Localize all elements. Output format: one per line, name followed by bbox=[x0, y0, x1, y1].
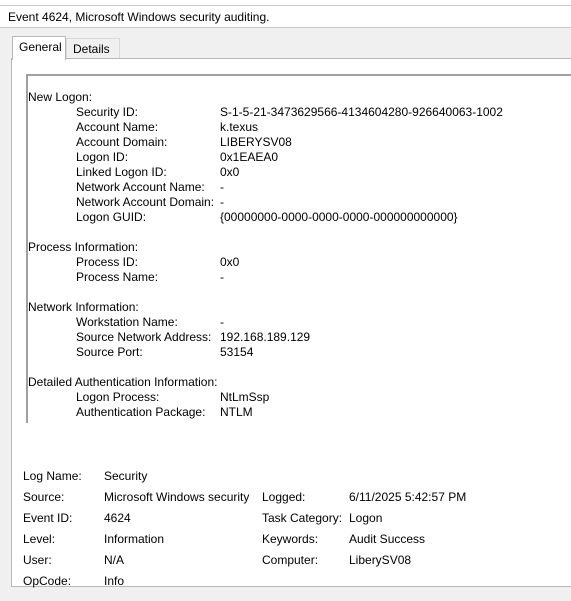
log-name-label: Log Name: bbox=[23, 469, 82, 483]
description-section-heading: New Logon: bbox=[28, 90, 93, 104]
description-field-label: Workstation Name: bbox=[76, 315, 178, 329]
log-name-value: Security bbox=[104, 469, 148, 483]
keywords-label: Keywords: bbox=[262, 532, 319, 546]
description-field-value: k.texus bbox=[220, 120, 259, 134]
description-field-label: Account Name: bbox=[76, 120, 159, 134]
description-section-heading: Process Information: bbox=[28, 240, 139, 254]
description-field-value: {00000000-0000-0000-0000-000000000000} bbox=[220, 210, 458, 224]
description-field-value: 192.168.189.129 bbox=[220, 330, 311, 344]
source-label: Source: bbox=[23, 490, 65, 504]
description-field-label: Process Name: bbox=[76, 270, 159, 284]
description-field-value: - bbox=[220, 195, 224, 209]
event-id-label: Event ID: bbox=[23, 511, 73, 525]
description-field-value: - bbox=[220, 180, 224, 194]
general-tab-page: New Logon: Security ID: S-1-5-21-347362956… bbox=[11, 58, 571, 588]
description-field-label: Logon GUID: bbox=[76, 210, 147, 224]
description-section-heading: Network Information: bbox=[28, 300, 139, 314]
logged-value: 6/11/2025 5:42:57 PM bbox=[349, 490, 467, 504]
event-id-value: 4624 bbox=[104, 511, 131, 525]
event-window-title: Event 4624, Microsoft Windows security a… bbox=[8, 10, 270, 24]
description-field-value: 0x0 bbox=[220, 255, 240, 269]
description-field-value: NTLM bbox=[220, 405, 253, 419]
description-field-value: 0x1EAEA0 bbox=[220, 150, 279, 164]
description-field-value: 53154 bbox=[220, 345, 254, 359]
task-category-label: Task Category: bbox=[262, 511, 343, 525]
description-field-label: Network Account Name: bbox=[76, 180, 205, 194]
description-field-value: - bbox=[220, 270, 224, 284]
event-window-title-bar: Event 4624, Microsoft Windows security a… bbox=[0, 5, 571, 28]
description-field-value: NtLmSsp bbox=[220, 390, 270, 404]
opcode-label: OpCode: bbox=[23, 574, 72, 588]
description-field-label: Process ID: bbox=[76, 255, 139, 269]
tab-general[interactable]: General bbox=[12, 36, 66, 60]
level-label: Level: bbox=[23, 532, 56, 546]
description-field-label: Logon ID: bbox=[76, 150, 129, 164]
user-label: User: bbox=[23, 553, 52, 567]
description-field-label: Network Account Domain: bbox=[76, 195, 215, 209]
event-properties-pane: General Details New Logon: Security ID: S-… bbox=[0, 28, 571, 601]
description-field-label: Authentication Package: bbox=[76, 405, 206, 419]
event-description-textbox[interactable]: New Logon: Security ID: S-1-5-21-347362956… bbox=[26, 74, 571, 423]
description-field-label: Security ID: bbox=[76, 105, 139, 119]
opcode-value: Info bbox=[104, 574, 125, 588]
computer-label: Computer: bbox=[262, 553, 319, 567]
source-value: Microsoft Windows security bbox=[104, 490, 250, 504]
description-field-label: Linked Logon ID: bbox=[76, 165, 167, 179]
description-section-heading: Detailed Authentication Information: bbox=[28, 375, 218, 389]
user-value: N/A bbox=[104, 553, 125, 567]
description-field-value: 0x0 bbox=[220, 165, 240, 179]
logged-label: Logged: bbox=[262, 490, 306, 504]
tab-details[interactable]: Details bbox=[66, 38, 120, 58]
description-field-value: - bbox=[220, 315, 224, 329]
description-field-label: Logon Process: bbox=[76, 390, 160, 404]
description-field-value: S-1-5-21-3473629566-4134604280-926640063… bbox=[220, 105, 503, 119]
description-field-label: Source Network Address: bbox=[76, 330, 212, 344]
level-value: Information bbox=[104, 532, 165, 546]
computer-value: LiberySV08 bbox=[349, 553, 412, 567]
description-field-label: Account Domain: bbox=[76, 135, 168, 149]
description-field-label: Source Port: bbox=[76, 345, 143, 359]
task-category-value: Logon bbox=[349, 511, 383, 525]
description-field-value: LIBERYSV08 bbox=[220, 135, 292, 149]
keywords-value: Audit Success bbox=[349, 532, 426, 546]
